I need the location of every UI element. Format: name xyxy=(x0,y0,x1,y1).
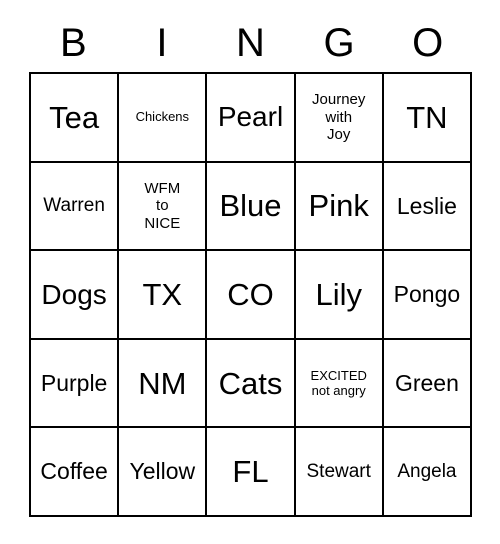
bingo-cell-label: CO xyxy=(227,276,274,312)
bingo-cell-label: Green xyxy=(394,369,459,396)
bingo-cell[interactable]: Dogs xyxy=(31,251,120,340)
bingo-cell[interactable]: FL xyxy=(207,428,296,517)
bingo-header-letter-b: B xyxy=(59,21,87,65)
bingo-card: B I N G O Tea Chickens Pearl Journey wit… xyxy=(29,14,473,517)
bingo-cell-label: Cats xyxy=(218,365,283,401)
bingo-cell-label: NM xyxy=(138,365,187,401)
bingo-cell-label: Leslie xyxy=(396,192,457,219)
bingo-cell-label: Journey with Joy xyxy=(312,91,366,143)
bingo-cell-label: Chickens xyxy=(135,109,190,125)
bingo-cell[interactable]: TN xyxy=(383,74,473,163)
bingo-cell-label: FL xyxy=(232,454,269,490)
bingo-cell[interactable]: Journey with Joy xyxy=(295,74,384,163)
bingo-cell[interactable]: Angela xyxy=(383,428,473,517)
bingo-cell[interactable]: Leslie xyxy=(383,162,473,252)
bingo-cell-label: TN xyxy=(406,99,448,135)
bingo-cell-label: Angela xyxy=(397,460,457,482)
bingo-row: Tea Chickens Pearl Journey with Joy TN xyxy=(31,74,473,163)
bingo-cell-label: Dogs xyxy=(41,278,107,310)
bingo-cell-label: TX xyxy=(142,276,183,312)
bingo-cell-label: EXCITED not angry xyxy=(310,368,367,399)
bingo-cell-label: Purple xyxy=(40,369,108,396)
bingo-row: Dogs TX CO Lily Pongo xyxy=(31,251,473,340)
bingo-cell-label: Yellow xyxy=(129,458,196,485)
bingo-cell[interactable]: Blue xyxy=(207,162,296,252)
bingo-row: Coffee Yellow FL Stewart Angela xyxy=(31,428,473,517)
bingo-cell[interactable]: Pearl xyxy=(207,74,296,163)
bingo-header-row: B I N G O xyxy=(29,14,472,72)
bingo-cell[interactable]: Chickens xyxy=(119,74,208,163)
bingo-cell[interactable]: Purple xyxy=(31,339,120,429)
bingo-cell-label: Stewart xyxy=(306,460,371,482)
bingo-cell[interactable]: Yellow xyxy=(119,428,208,517)
bingo-cell-label: WFM to NICE xyxy=(144,179,181,232)
bingo-cell[interactable]: NM xyxy=(119,339,208,429)
bingo-cell[interactable]: Tea xyxy=(31,74,120,163)
bingo-grid: Tea Chickens Pearl Journey with Joy TN W… xyxy=(29,72,473,517)
bingo-cell[interactable]: Cats xyxy=(207,339,296,429)
bingo-cell-label: Lily xyxy=(315,276,362,312)
bingo-cell[interactable]: Pongo xyxy=(383,251,473,340)
bingo-cell[interactable]: CO xyxy=(207,251,296,340)
bingo-header-letter-n: N xyxy=(236,21,265,65)
bingo-cell-label: Blue xyxy=(219,188,282,224)
bingo-cell-label: Pearl xyxy=(217,101,284,133)
bingo-cell[interactable]: Lily xyxy=(295,251,384,340)
bingo-cell[interactable]: Coffee xyxy=(31,428,120,517)
bingo-cell-label: Warren xyxy=(43,194,105,216)
bingo-row: Warren WFM to NICE Blue Pink Leslie xyxy=(31,162,473,252)
bingo-header-letter-g: G xyxy=(323,21,355,65)
bingo-cell[interactable]: WFM to NICE xyxy=(119,162,208,252)
bingo-cell[interactable]: EXCITED not angry xyxy=(295,339,384,429)
bingo-cell-label: Tea xyxy=(49,99,100,135)
bingo-header-letter-o: O xyxy=(412,21,444,65)
bingo-header-letter-i: I xyxy=(156,21,168,65)
bingo-cell[interactable]: Pink xyxy=(295,162,384,252)
bingo-cell-label: Pongo xyxy=(393,281,461,308)
bingo-cell[interactable]: TX xyxy=(119,251,208,340)
bingo-cell[interactable]: Stewart xyxy=(295,428,384,517)
bingo-row: Purple NM Cats EXCITED not angry Green xyxy=(31,339,473,429)
bingo-cell[interactable]: Warren xyxy=(31,162,120,252)
bingo-cell[interactable]: Green xyxy=(383,339,473,429)
bingo-cell-label: Coffee xyxy=(40,458,108,485)
bingo-cell-label: Pink xyxy=(308,188,369,224)
